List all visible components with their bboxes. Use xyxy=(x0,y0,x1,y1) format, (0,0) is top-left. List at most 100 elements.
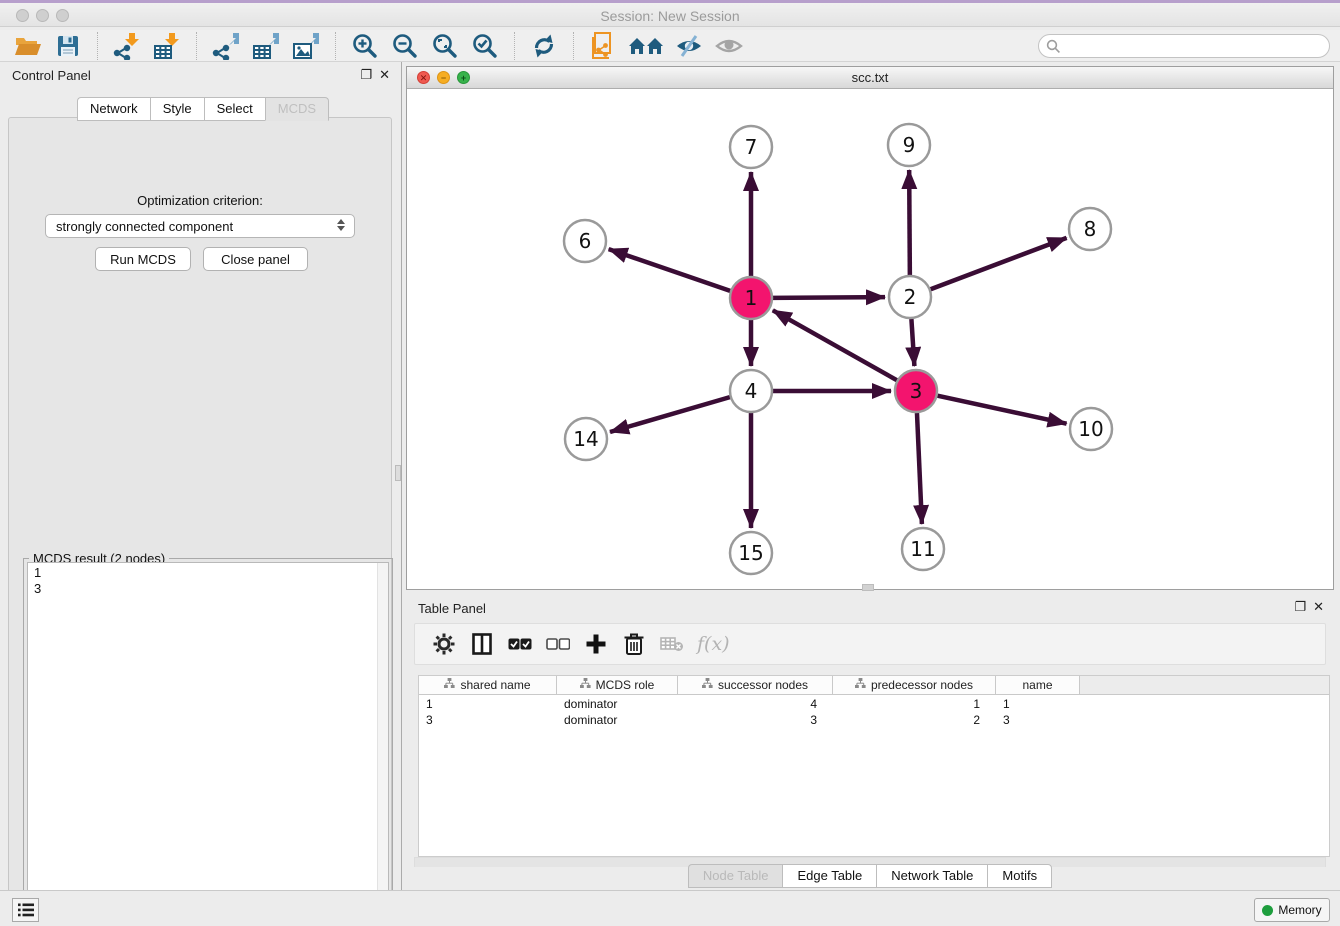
table-cell[interactable]: 1 xyxy=(833,696,996,712)
criterion-select[interactable]: strongly connected component xyxy=(45,214,355,238)
window-title: Session: New Session xyxy=(0,8,1340,24)
column-header-successor-nodes[interactable]: successor nodes xyxy=(678,676,833,695)
zoom-in-icon[interactable] xyxy=(348,31,382,61)
table-toolbar: f(x) xyxy=(414,623,1326,665)
save-session-icon[interactable] xyxy=(51,31,85,61)
graph-edge-1-6[interactable] xyxy=(609,249,731,291)
mcds-result-textarea[interactable]: 1 3 xyxy=(27,562,389,923)
graph-node-label-1: 1 xyxy=(745,286,758,310)
tab-motifs[interactable]: Motifs xyxy=(987,864,1052,888)
tab-edge-table[interactable]: Edge Table xyxy=(782,864,876,888)
column-header-name[interactable]: name xyxy=(996,676,1080,695)
function-builder-icon-disabled: f(x) xyxy=(697,633,730,655)
split-divider-handle[interactable] xyxy=(395,465,401,481)
graph-node-label-6: 6 xyxy=(579,229,592,253)
network-canvas[interactable]: 1234678910111415 xyxy=(407,89,1333,589)
memory-button[interactable]: Memory xyxy=(1254,898,1330,922)
table-cell[interactable]: 3 xyxy=(678,712,833,728)
clone-network-icon[interactable] xyxy=(586,31,620,61)
graph-edge-2-3[interactable] xyxy=(911,319,914,366)
table-cell[interactable]: dominator xyxy=(557,696,678,712)
table-cell[interactable]: 2 xyxy=(833,712,996,728)
split-divider-vertical[interactable] xyxy=(401,62,402,890)
split-divider-handle-horizontal[interactable] xyxy=(862,584,874,591)
table-row[interactable]: 3dominator323 xyxy=(419,712,1329,728)
status-bar: Memory xyxy=(0,890,1340,926)
toolbar-separator xyxy=(573,32,574,60)
network-window-title: scc.txt xyxy=(407,70,1333,85)
memory-label: Memory xyxy=(1278,903,1321,917)
create-column-plus-icon[interactable] xyxy=(581,629,611,659)
import-network-icon[interactable] xyxy=(110,31,144,61)
float-panel-icon[interactable]: ❐ xyxy=(360,67,372,83)
table-panel-title: Table Panel xyxy=(418,601,486,616)
graph-edge-4-14[interactable] xyxy=(610,397,730,432)
control-panel-title: Control Panel xyxy=(12,68,91,83)
home-layout-icon[interactable] xyxy=(626,31,666,61)
column-header-predecessor-nodes[interactable]: predecessor nodes xyxy=(833,676,996,695)
toolbar-separator xyxy=(97,32,98,60)
table-cell[interactable]: 1 xyxy=(419,696,557,712)
export-table-icon[interactable] xyxy=(249,31,283,61)
graph-edge-1-2[interactable] xyxy=(773,297,885,298)
graph-node-label-9: 9 xyxy=(903,133,916,157)
table-row[interactable]: 1dominator411 xyxy=(419,696,1329,712)
table-cell[interactable]: 4 xyxy=(678,696,833,712)
network-view-window: ✕ − + scc.txt 1234678910111415 xyxy=(406,66,1334,590)
hide-graphics-details-icon[interactable] xyxy=(672,31,706,61)
zoom-fit-icon[interactable] xyxy=(428,31,462,61)
search-input[interactable] xyxy=(1038,34,1330,58)
deselect-all-icon[interactable] xyxy=(543,629,573,659)
zoom-selected-icon[interactable] xyxy=(468,31,502,61)
graph-edge-3-1[interactable] xyxy=(773,310,897,380)
graph-node-label-8: 8 xyxy=(1084,217,1097,241)
toolbar-separator xyxy=(335,32,336,60)
import-table-icon[interactable] xyxy=(150,31,184,61)
tab-network[interactable]: Network xyxy=(77,97,150,121)
graph-edge-2-8[interactable] xyxy=(931,238,1067,289)
delete-columns-trash-icon[interactable] xyxy=(619,629,649,659)
graph-node-label-10: 10 xyxy=(1078,417,1103,441)
column-header-mcds-role[interactable]: MCDS role xyxy=(557,676,678,695)
tab-node-table[interactable]: Node Table xyxy=(688,864,783,888)
table-panel: Table Panel ❐ ✕ f(x xyxy=(406,595,1334,886)
show-columns-icon[interactable] xyxy=(467,629,497,659)
mcds-panel: Optimization criterion: strongly connect… xyxy=(8,117,392,926)
graph-node-label-4: 4 xyxy=(745,379,758,403)
export-image-icon[interactable] xyxy=(289,31,323,61)
table-cell[interactable]: 3 xyxy=(996,712,1080,728)
tab-mcds[interactable]: MCDS xyxy=(265,97,329,121)
result-scrollbar[interactable] xyxy=(377,563,388,922)
table-cell[interactable]: 3 xyxy=(419,712,557,728)
list-icon xyxy=(18,903,34,917)
close-panel-button[interactable]: Close panel xyxy=(203,247,308,271)
app-window: Session: New Session xyxy=(0,0,1340,926)
refresh-layout-icon[interactable] xyxy=(527,31,561,61)
open-session-icon[interactable] xyxy=(11,31,45,61)
close-table-panel-icon[interactable]: ✕ xyxy=(1313,599,1324,615)
tab-network-table[interactable]: Network Table xyxy=(876,864,987,888)
tab-select[interactable]: Select xyxy=(204,97,265,121)
graph-edge-2-9[interactable] xyxy=(909,170,910,275)
export-network-icon[interactable] xyxy=(209,31,243,61)
graph-node-label-2: 2 xyxy=(904,285,917,309)
criterion-value: strongly connected component xyxy=(56,219,233,234)
show-details-eye-icon[interactable] xyxy=(712,31,746,61)
table-body: 1dominator4113dominator323 xyxy=(419,696,1329,728)
run-mcds-button[interactable]: Run MCDS xyxy=(95,247,191,271)
close-panel-icon[interactable]: ✕ xyxy=(379,67,390,83)
delete-table-icon-disabled xyxy=(657,629,687,659)
table-cell[interactable]: dominator xyxy=(557,712,678,728)
float-table-panel-icon[interactable]: ❐ xyxy=(1294,599,1306,615)
column-header-shared-name[interactable]: shared name xyxy=(419,676,557,695)
zoom-out-icon[interactable] xyxy=(388,31,422,61)
node-table: shared name MCDS role successor nodes pr… xyxy=(418,675,1330,857)
table-settings-gear-icon[interactable] xyxy=(429,629,459,659)
graph-edge-3-10[interactable] xyxy=(937,396,1066,424)
tab-style[interactable]: Style xyxy=(150,97,204,121)
graph-edge-3-11[interactable] xyxy=(917,413,922,524)
table-cell[interactable]: 1 xyxy=(996,696,1080,712)
select-spinner-icon xyxy=(337,219,345,231)
task-history-button[interactable] xyxy=(12,898,39,922)
select-all-icon[interactable] xyxy=(505,629,535,659)
